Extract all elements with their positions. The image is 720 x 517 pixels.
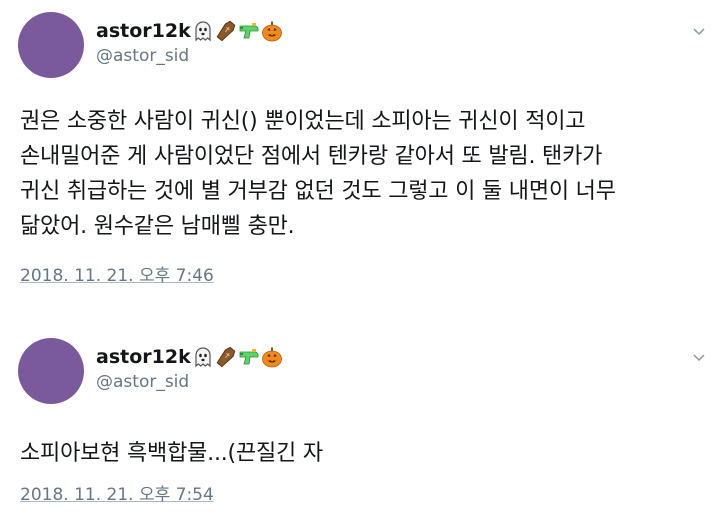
ghost-emoji (192, 20, 214, 42)
tweet-text-line: 소피아보현 흑백합물...(끈질긴 자 (20, 441, 323, 466)
tweet-text-line: 귀신 취급하는 것에 별 거부감 없던 것도 그렇고 이 둘 내면이 너무 (20, 179, 616, 204)
chevron-down-icon[interactable] (692, 24, 706, 38)
tweet-text: 소피아보현 흑백합물...(끈질긴 자 (20, 436, 696, 471)
handle[interactable]: @astor_sid (96, 45, 189, 67)
display-name[interactable]: astor12k (96, 345, 191, 369)
tweet-text-line: 권은 소중한 사람이 귀신() 뿐이었는데 소피아는 귀신이 적이고 (20, 109, 586, 134)
jack-o-lantern-emoji (261, 20, 283, 42)
tweet[interactable]: astor12k @astor_sid 권은 소중한 사람이 귀신() 뿐이었는… (0, 0, 720, 310)
timestamp-link[interactable]: 2018. 11. 21. 오후 7:46 (20, 265, 214, 287)
tweet-text-line: 닮았어. 원수같은 남매삘 충만. (20, 214, 295, 239)
tweet[interactable]: astor12k @astor_sid 소피아보현 흑백합물...(끈질긴 자 … (0, 326, 720, 517)
tweet-text-line: 손내밀어준 게 사람이었단 점에서 텐카랑 같아서 또 발림. 탠카가 (20, 144, 603, 169)
author-name-row[interactable]: astor12k (96, 345, 283, 369)
ghost-emoji (192, 346, 214, 368)
display-name[interactable]: astor12k (96, 19, 191, 43)
coffin-emoji (215, 20, 237, 42)
avatar[interactable] (18, 12, 84, 78)
avatar[interactable] (18, 338, 84, 404)
jack-o-lantern-emoji (261, 346, 283, 368)
author-name-row[interactable]: astor12k (96, 19, 283, 43)
handle[interactable]: @astor_sid (96, 371, 189, 393)
tweet-text: 권은 소중한 사람이 귀신() 뿐이었는데 소피아는 귀신이 적이고 손내밀어준… (20, 104, 696, 244)
timestamp-link[interactable]: 2018. 11. 21. 오후 7:54 (20, 484, 214, 506)
water-pistol-emoji (238, 346, 260, 368)
chevron-down-icon[interactable] (692, 350, 706, 364)
coffin-emoji (215, 346, 237, 368)
water-pistol-emoji (238, 20, 260, 42)
